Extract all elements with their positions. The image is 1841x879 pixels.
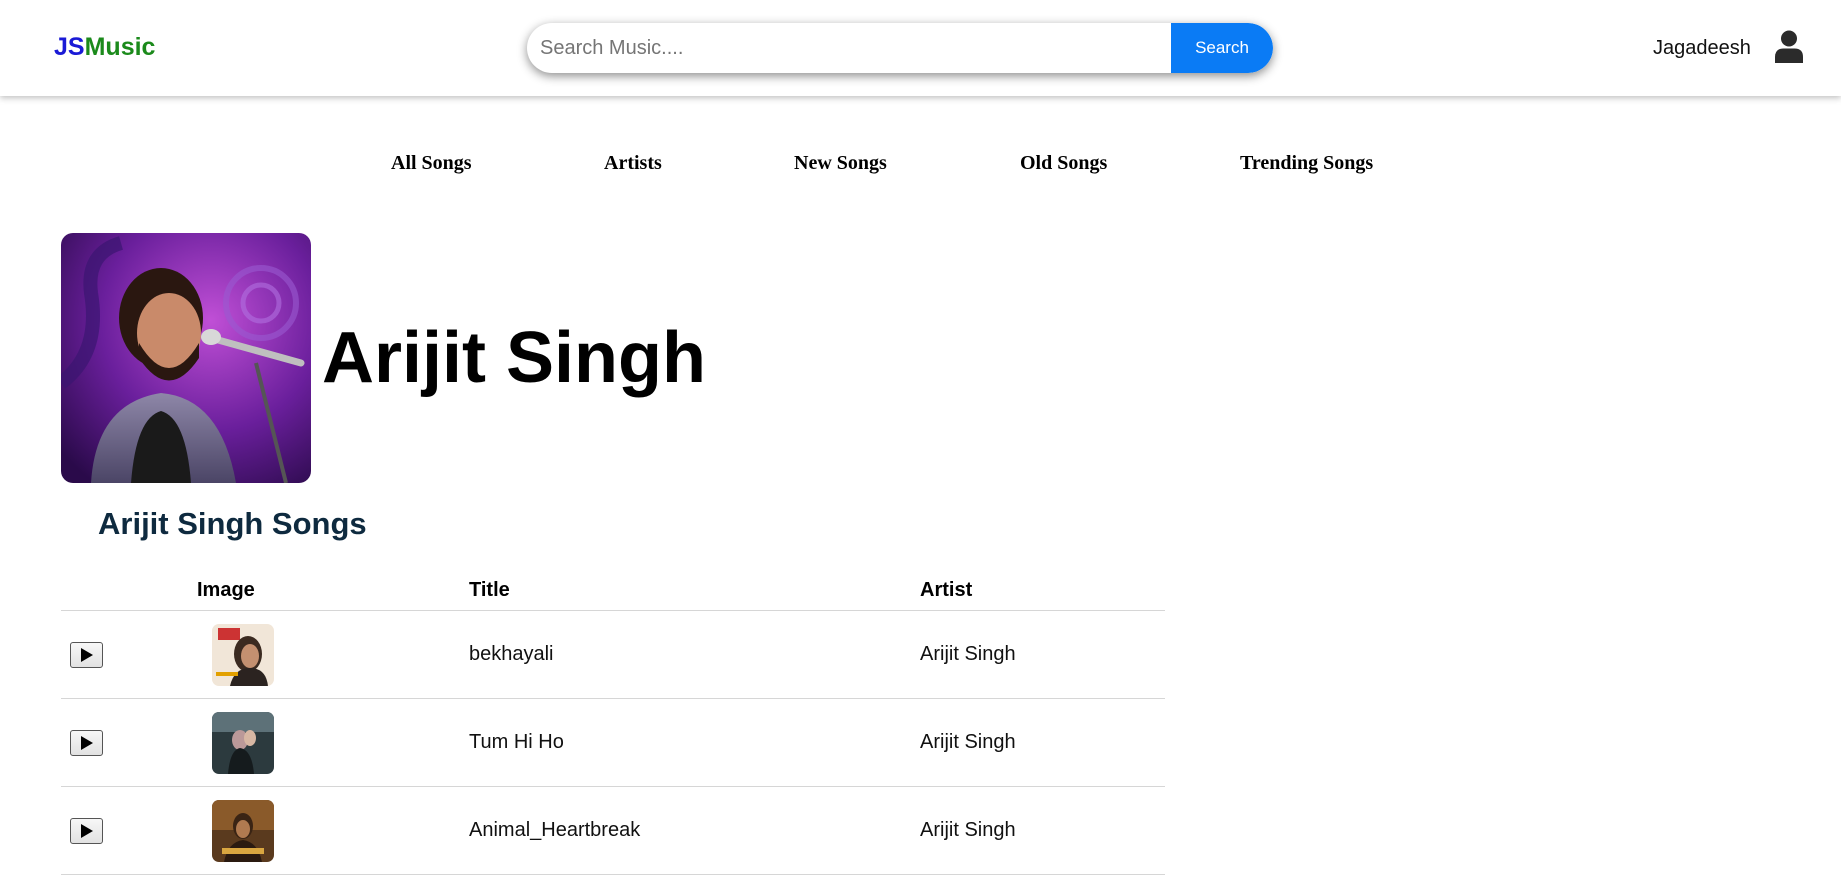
song-title: Tum Hi Ho [469, 698, 920, 787]
search-button[interactable]: Search [1171, 23, 1273, 73]
nav-artists[interactable]: Artists [604, 152, 662, 175]
artist-photo [61, 233, 311, 483]
nav-trending-songs[interactable]: Trending Songs [1240, 152, 1373, 175]
song-thumbnail [212, 799, 274, 862]
songs-heading: Arijit Singh Songs [98, 506, 367, 541]
song-thumbnail [212, 711, 274, 774]
song-title: Animal_Heartbreak [469, 786, 920, 875]
table-header-row: Image Title Artist [61, 570, 1165, 611]
search-bar: Search [527, 23, 1273, 73]
nav-new-songs[interactable]: New Songs [794, 152, 887, 175]
header-artist: Artist [920, 570, 1165, 611]
user-icon[interactable] [1774, 30, 1804, 63]
song-thumbnail [212, 623, 274, 686]
song-artist: Arijit Singh [920, 698, 1165, 787]
play-icon [80, 647, 93, 662]
song-title: bekhayali [469, 610, 920, 699]
songs-table: Image Title Artist bekhayali Arijit Sing… [61, 570, 1165, 875]
table-row: bekhayali Arijit Singh [61, 610, 1165, 699]
header-image: Image [151, 570, 469, 611]
song-artist: Arijit Singh [920, 786, 1165, 875]
top-header: JSMusic Search Jagadeesh [0, 0, 1841, 96]
play-cell [61, 786, 151, 875]
play-button[interactable] [70, 641, 103, 668]
thumb-cell [151, 698, 469, 787]
logo-music: Music [84, 33, 156, 61]
song-artist: Arijit Singh [920, 610, 1165, 699]
play-cell [61, 610, 151, 699]
nav-all-songs[interactable]: All Songs [391, 152, 472, 175]
table-row: Animal_Heartbreak Arijit Singh [61, 786, 1165, 875]
play-cell [61, 698, 151, 787]
logo-js: JS [54, 33, 85, 61]
play-button[interactable] [70, 817, 103, 844]
table-row: Tum Hi Ho Arijit Singh [61, 698, 1165, 787]
play-icon [80, 823, 93, 838]
nav-old-songs[interactable]: Old Songs [1020, 152, 1107, 175]
artist-name: Arijit Singh [322, 318, 706, 398]
header-title: Title [469, 570, 920, 611]
search-input[interactable] [527, 23, 1171, 73]
play-button[interactable] [70, 729, 103, 756]
thumb-cell [151, 786, 469, 875]
play-icon [80, 735, 93, 750]
header-play [61, 570, 151, 611]
category-nav: All Songs Artists New Songs Old Songs Tr… [0, 152, 1841, 182]
site-logo[interactable]: JSMusic [54, 33, 155, 62]
user-name: Jagadeesh [1653, 37, 1751, 59]
thumb-cell [151, 610, 469, 699]
